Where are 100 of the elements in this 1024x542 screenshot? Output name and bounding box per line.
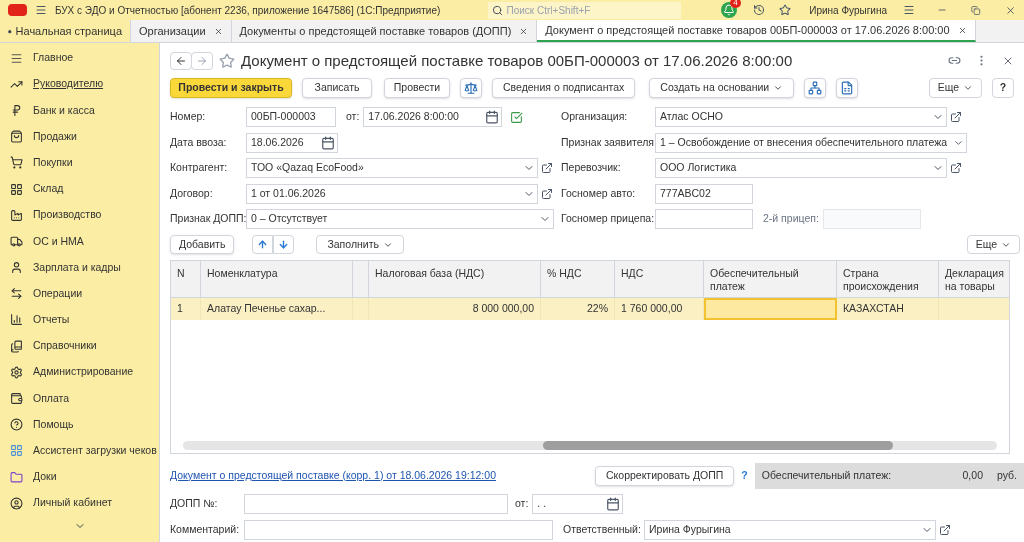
more-button[interactable]: Еще xyxy=(966,235,1020,255)
history-icon[interactable] xyxy=(753,3,766,17)
help-button[interactable]: ? xyxy=(992,77,1014,98)
input-field[interactable] xyxy=(655,209,753,230)
calendar-icon[interactable] xyxy=(321,135,335,150)
sidebar-item[interactable]: Главное xyxy=(33,50,74,66)
input-field[interactable]: 1 – Освобождение от внесения обеспечительного платежа xyxy=(655,132,967,153)
sidebar-item[interactable]: Руководителю xyxy=(33,76,104,93)
correct-dopp-button[interactable]: Скорректировать ДОПП xyxy=(595,465,735,486)
input-field[interactable]: 777ABC02 xyxy=(655,183,753,204)
close-icon[interactable] xyxy=(957,25,967,35)
star-icon[interactable] xyxy=(219,52,235,69)
section-icon[interactable] xyxy=(10,182,23,196)
section-icon[interactable] xyxy=(10,51,23,65)
tab[interactable]: Документ о предстоящей поставке товаров 00БП-000003 от 17.06.2026 8:00:00 xyxy=(537,20,976,42)
move-down-button[interactable] xyxy=(273,235,295,255)
section-icon[interactable] xyxy=(10,418,23,432)
column-header[interactable]: Номенклатура xyxy=(201,260,353,297)
scrollbar-thumb[interactable] xyxy=(543,440,893,450)
more-button[interactable]: Еще xyxy=(928,77,982,98)
sidebar-item[interactable]: Зарплата и кадры xyxy=(33,259,121,276)
column-header[interactable]: Обеспечительный платеж xyxy=(704,260,837,297)
input-field[interactable]: 0 – Отсутствует xyxy=(246,209,554,230)
sidebar-item[interactable]: Покупки xyxy=(33,154,73,171)
settings-menu-icon[interactable] xyxy=(903,3,916,17)
section-icon[interactable] xyxy=(10,339,23,353)
correction-link[interactable]: Документ о предстоящей поставке (корр. 1) от 18.06.2026 19:12:00 xyxy=(170,467,595,484)
sidebar-item[interactable]: Производство xyxy=(33,207,102,224)
section-icon[interactable] xyxy=(10,365,23,379)
tab[interactable]: Организации xyxy=(131,20,232,42)
table-row[interactable]: 1 Алатау Печенье сахар... 8 000 000,00 22% 1 760 000,00 КАЗАХСТАН xyxy=(171,297,1009,320)
column-header[interactable]: Декларация на товары xyxy=(939,260,1009,297)
input-field[interactable] xyxy=(244,493,508,514)
section-icon[interactable] xyxy=(10,103,23,117)
sidebar-item[interactable]: ОС и НМА xyxy=(33,233,84,250)
section-icon[interactable] xyxy=(10,261,23,275)
sidebar-item[interactable]: Помощь xyxy=(33,416,74,433)
tab[interactable]: Начальная страница xyxy=(0,20,131,42)
column-header[interactable]: Налоговая база (НДС) xyxy=(369,260,541,297)
sidebar-item[interactable]: Отчеты xyxy=(33,312,70,328)
open-icon[interactable] xyxy=(541,187,553,200)
sidebar-item[interactable]: Администрирование xyxy=(33,364,134,381)
close-icon[interactable] xyxy=(213,26,223,36)
help-link[interactable]: ? xyxy=(741,467,748,484)
column-header[interactable]: НДС xyxy=(615,260,704,297)
horizontal-scrollbar[interactable] xyxy=(183,440,997,450)
sidebar-item[interactable]: Личный кабинет xyxy=(33,495,112,512)
sidebar-item[interactable]: Оплата xyxy=(33,390,70,407)
structure-button[interactable] xyxy=(804,77,827,98)
user-name[interactable]: Ирина Фурыгина xyxy=(809,2,887,18)
toolbar-button[interactable]: Сведения о подписантах xyxy=(492,77,636,98)
calendar-icon[interactable] xyxy=(485,110,500,125)
fill-button[interactable]: Заполнить xyxy=(316,235,404,255)
menu-icon[interactable] xyxy=(34,3,47,17)
date-field[interactable]: . . xyxy=(532,493,624,514)
sidebar-item[interactable]: Продажи xyxy=(33,128,77,145)
add-button[interactable]: Добавить xyxy=(170,235,235,255)
input-field[interactable]: 1 от 01.06.2026 xyxy=(246,183,538,204)
sidebar-item[interactable]: Справочники xyxy=(33,338,97,355)
open-icon[interactable] xyxy=(950,111,962,124)
toolbar-button[interactable]: Записать xyxy=(302,77,372,98)
post-and-close-button[interactable]: Провести и закрыть xyxy=(170,77,292,98)
move-up-button[interactable] xyxy=(252,235,274,255)
check-icon[interactable] xyxy=(510,110,524,124)
input-field[interactable]: ООО Логистика xyxy=(655,158,947,179)
section-icon[interactable] xyxy=(10,470,23,484)
section-icon[interactable] xyxy=(10,287,23,301)
close-icon[interactable] xyxy=(519,26,529,36)
sidebar-item[interactable]: Склад xyxy=(33,181,64,197)
toolbar-button[interactable]: Провести xyxy=(384,77,450,98)
open-icon[interactable] xyxy=(541,162,553,175)
section-icon[interactable] xyxy=(10,130,23,144)
entries-button[interactable] xyxy=(460,77,482,98)
section-icon[interactable] xyxy=(10,208,23,222)
column-header[interactable]: Страна происхождения xyxy=(837,260,939,297)
input-field[interactable]: Ирина Фурыгина xyxy=(644,519,936,540)
restore-icon[interactable] xyxy=(971,4,981,16)
open-icon[interactable] xyxy=(950,162,962,175)
input-field[interactable]: Атлас ОСНО xyxy=(655,107,947,128)
section-icon[interactable] xyxy=(10,496,23,510)
section-icon[interactable] xyxy=(10,392,23,406)
input-field[interactable] xyxy=(244,519,553,540)
sidebar-item[interactable]: Ассистент загрузки чеков xyxy=(33,443,157,459)
column-header[interactable]: N xyxy=(171,260,201,297)
sidebar-item[interactable]: Операции xyxy=(33,285,83,302)
section-icon[interactable] xyxy=(10,313,23,327)
input-field[interactable]: 00БП-000003 xyxy=(246,107,336,128)
input-field[interactable]: 18.06.2026 xyxy=(246,132,338,153)
report-button[interactable] xyxy=(836,77,859,98)
section-icon[interactable] xyxy=(10,234,23,248)
section-icon[interactable] xyxy=(10,156,23,170)
column-header[interactable]: % НДС xyxy=(541,260,615,297)
calendar-icon[interactable] xyxy=(606,496,621,511)
date-field[interactable]: 17.06.2026 8:00:00 xyxy=(363,107,503,128)
sidebar-item[interactable]: Доки xyxy=(33,469,57,485)
sidebar-item[interactable]: Банк и касса xyxy=(33,102,95,119)
input-field[interactable]: ТОО «Qazaq EcoFood» xyxy=(246,158,538,179)
open-icon[interactable] xyxy=(939,523,951,536)
star-icon[interactable] xyxy=(779,3,792,17)
create-based-on-button[interactable]: Создать на основании xyxy=(649,77,795,98)
